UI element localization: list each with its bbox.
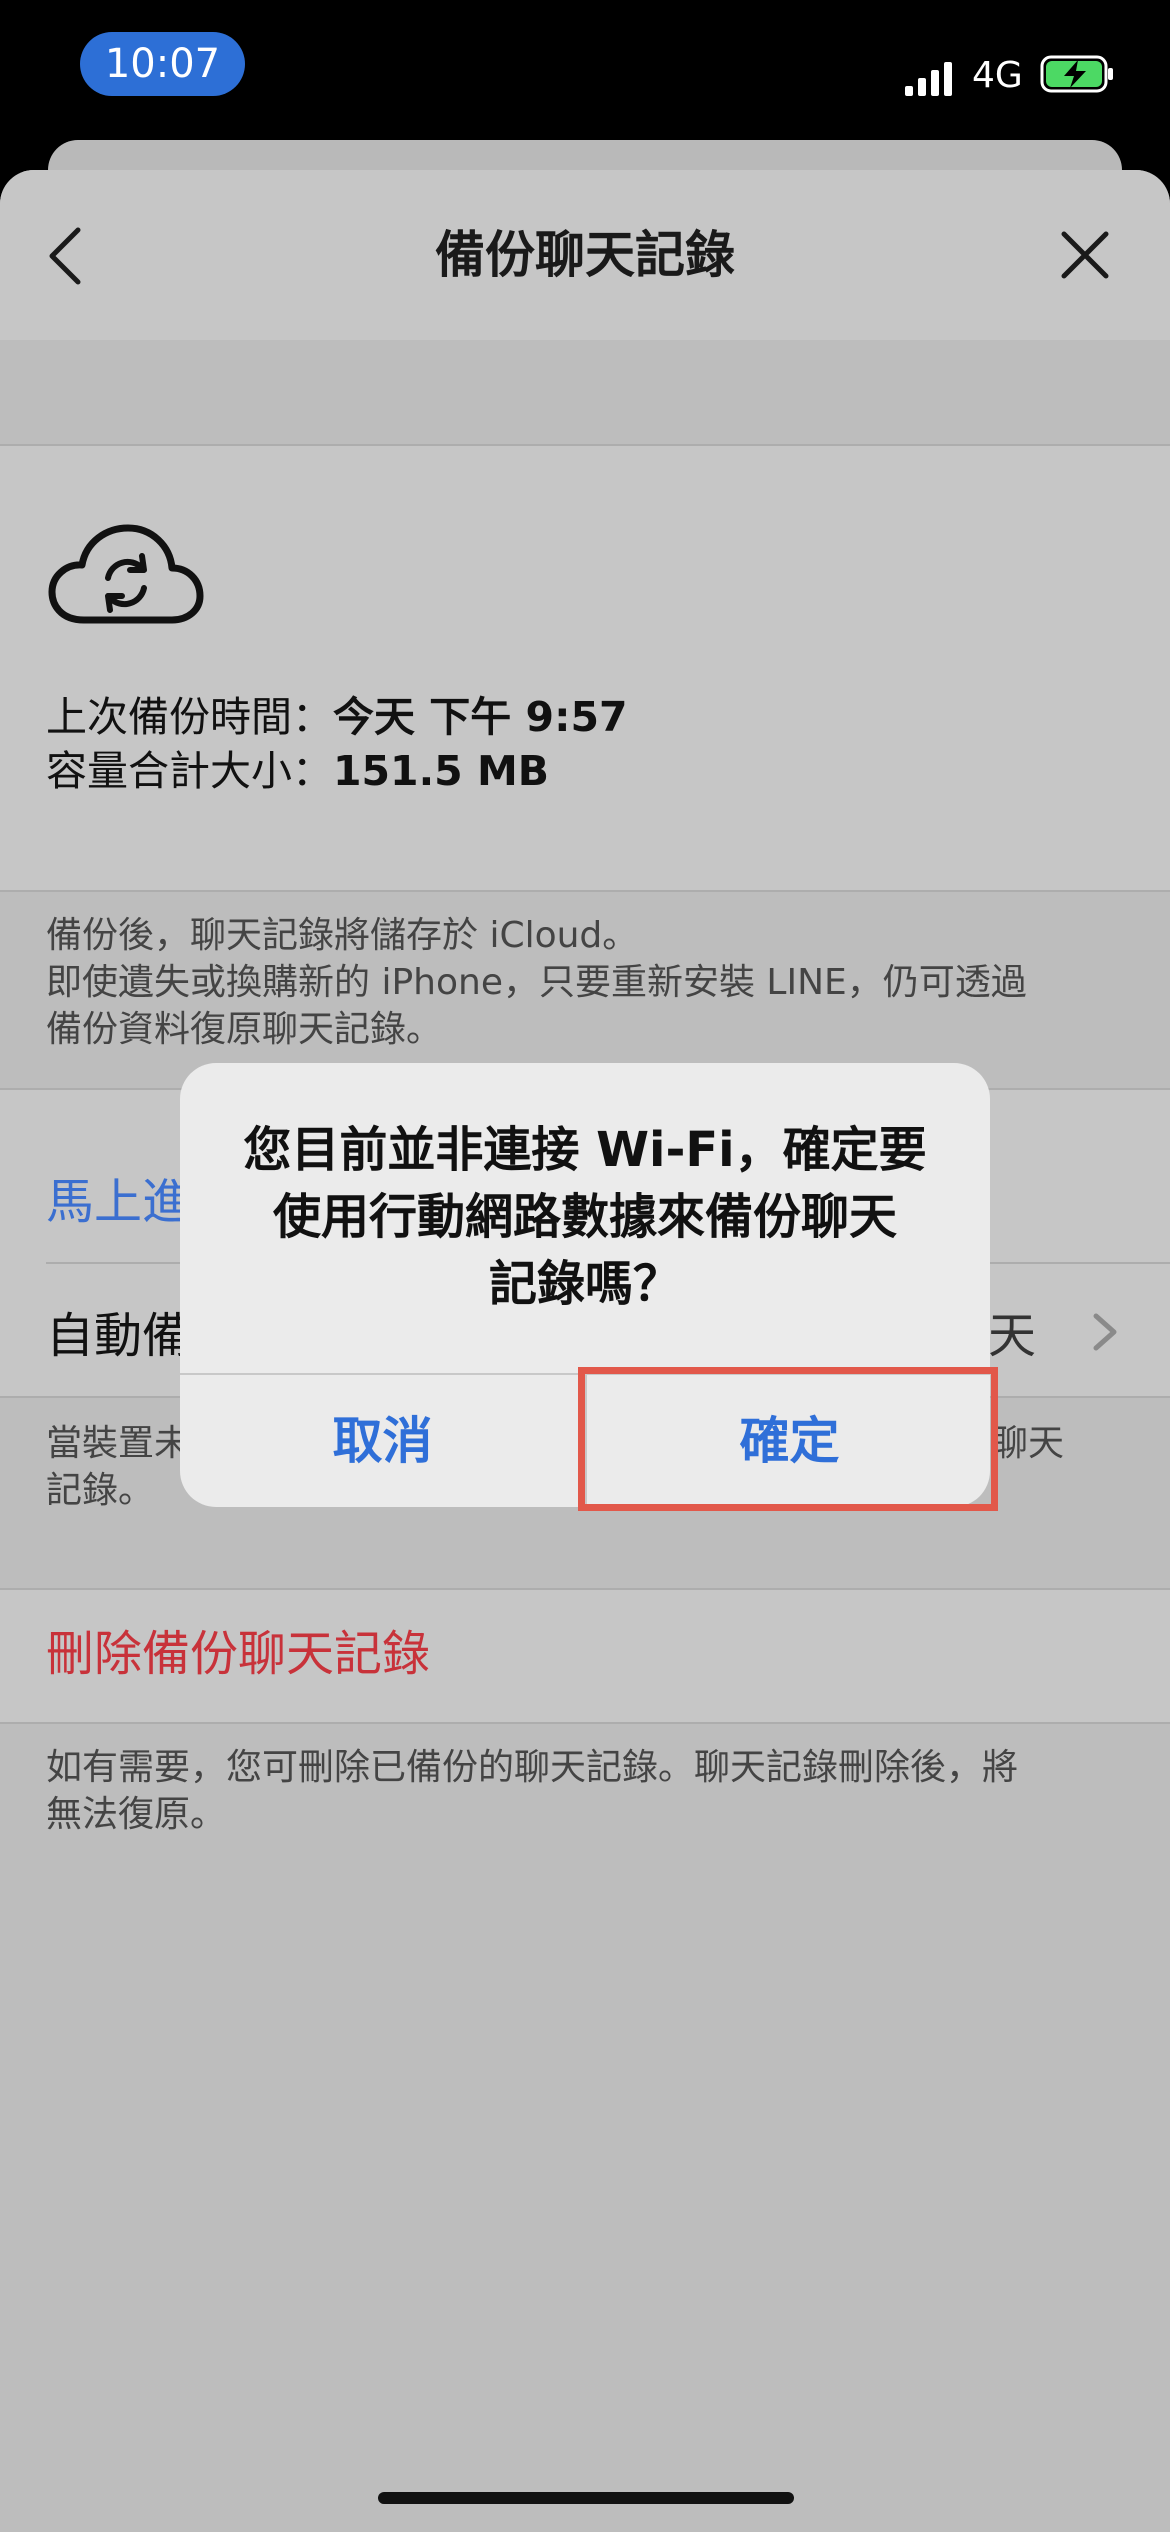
home-indicator [378, 2492, 794, 2504]
description-line: 備份資料復原聊天記錄。 [46, 1009, 443, 1050]
backup-now-button[interactable]: 馬上進 [46, 1170, 190, 1234]
footer-band [0, 1724, 1170, 2532]
signal-icon [905, 62, 952, 96]
last-backup-time: 上次備份時間：今天 下午 9:57 [46, 690, 628, 744]
page-title: 備份聊天記錄 [435, 226, 735, 284]
highlight-box [578, 1367, 998, 1511]
close-icon[interactable] [1058, 228, 1112, 282]
description-line: 備份後，聊天記錄將儲存於 iCloud。 [46, 915, 639, 956]
description-line: 如有需要，您可刪除已備份的聊天記錄。聊天記錄刪除後，將 [46, 1747, 1019, 1788]
section-separator [0, 340, 1170, 446]
network-label: 4G [972, 55, 1023, 96]
delete-backup-button[interactable]: 刪除備份聊天記錄 [46, 1622, 430, 1686]
dialog-message: 您目前並非連接 Wi-Fi，確定要 使用行動網路數據來備份聊天 記錄嗎？ [220, 1117, 950, 1318]
size-value: 151.5 MB [333, 747, 550, 795]
description-line: 即使遺失或換購新的 iPhone，只要重新安裝 LINE，仍可透過 [46, 962, 1027, 1003]
auto-backup-description-tail: 聊天 [992, 1423, 1065, 1464]
dialog-message-line: 使用行動網路數據來備份聊天 [272, 1189, 897, 1245]
backup-size: 容量合計大小：151.5 MB [46, 744, 549, 798]
backup-description: 備份後，聊天記錄將儲存於 iCloud。 即使遺失或換購新的 iPhone，只要… [46, 912, 1126, 1053]
dialog-message-line: 記錄嗎？ [488, 1256, 681, 1312]
battery-charging-icon [1040, 55, 1113, 93]
dialog-message-line: 您目前並非連接 Wi-Fi，確定要 [243, 1122, 927, 1178]
cloud-sync-icon [48, 524, 204, 624]
chevron-right-icon [1093, 1313, 1117, 1351]
cancel-button[interactable]: 取消 [180, 1375, 585, 1507]
nav-bar: 備份聊天記錄 [0, 170, 1170, 340]
status-bar: 10:07 4G [0, 0, 1170, 140]
description-line: 無法復原。 [46, 1794, 227, 1835]
status-time: 10:07 [80, 32, 245, 96]
auto-backup-value: 天 [988, 1308, 1037, 1364]
delete-description: 如有需要，您可刪除已備份的聊天記錄。聊天記錄刪除後，將 無法復原。 [46, 1744, 1126, 1838]
auto-backup-row[interactable]: 自動備 [46, 1304, 190, 1368]
last-backup-value: 今天 下午 9:57 [333, 693, 628, 741]
size-label: 容量合計大小： [46, 747, 333, 795]
last-backup-label: 上次備份時間： [46, 693, 333, 741]
